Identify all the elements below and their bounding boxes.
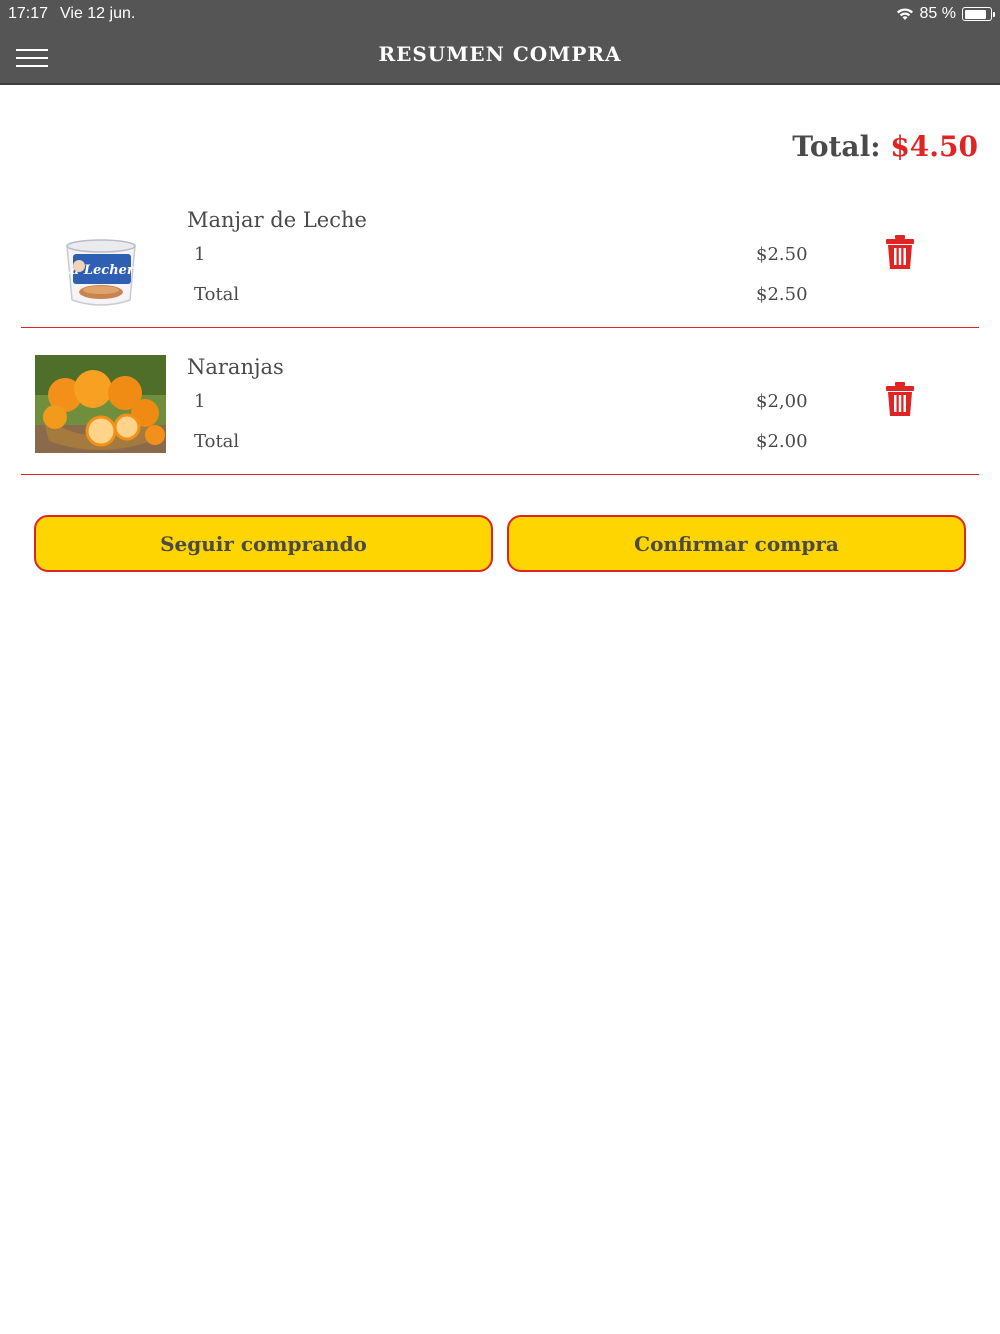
product-image-naranjas [35,355,166,453]
item-total-value: $2.00 [756,431,808,452]
status-date: Vie 12 jun. [60,5,136,22]
battery-level [964,9,986,19]
item-total-value: $2.50 [756,284,808,305]
grand-total-value: $4.50 [890,130,978,163]
item-name: Manjar de Leche [187,208,367,232]
grand-total-label: Total: [792,130,881,163]
item-quantity: 1 [194,391,206,412]
item-quantity: 1 [194,244,206,265]
trash-icon[interactable] [885,381,915,417]
item-unit-price: $2,00 [756,391,808,412]
product-brand-text: La Lechera [61,263,142,278]
battery-percent: 85 % [919,5,956,22]
cart-item: La Lechera Manjar de Leche 1 $2.50 Total… [21,180,979,328]
item-total-label: Total [194,284,240,305]
status-bar: 17:17 Vie 12 jun. 85 % [0,0,1000,28]
status-indicators: 85 % [896,5,995,23]
item-name: Naranjas [187,355,284,379]
page-title: RESUMEN COMPRA [378,42,622,66]
confirm-purchase-button[interactable]: Confirmar compra [507,515,966,572]
grand-total: Total: $4.50 [792,130,978,163]
wifi-icon [896,8,913,20]
item-unit-price: $2.50 [756,244,808,265]
app-header: RESUMEN COMPRA [0,28,1000,85]
status-time: 17:17 [8,5,49,22]
product-image-manjar: La Lechera [35,218,166,316]
continue-shopping-button[interactable]: Seguir comprando [34,515,493,572]
item-total-label: Total [194,431,240,452]
cart-item: Naranjas 1 $2,00 Total $2.00 [21,327,979,475]
battery-icon [962,7,995,21]
trash-icon[interactable] [885,234,915,270]
